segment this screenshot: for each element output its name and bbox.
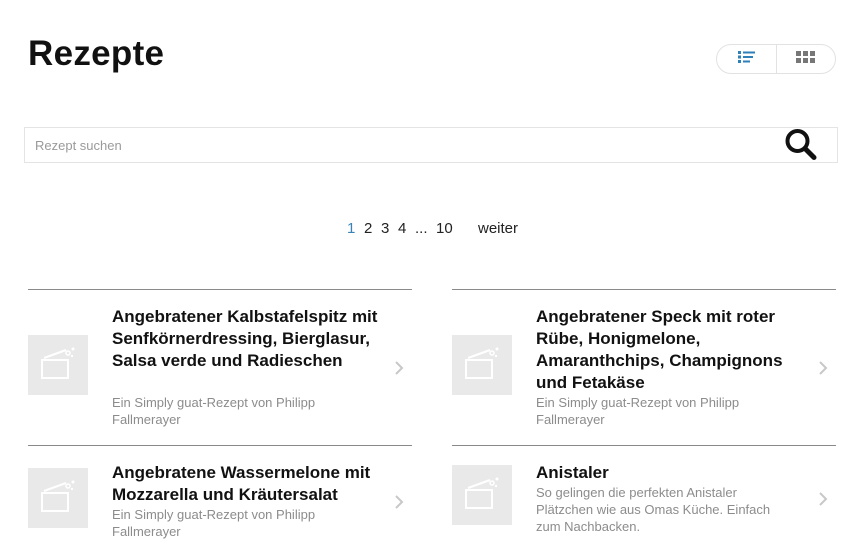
recipe-thumbnail xyxy=(28,468,88,528)
recipe-title: Angebratene Wassermelone mit Mozzarella … xyxy=(112,463,371,504)
cooking-pot-icon xyxy=(40,346,76,385)
recipe-card[interactable]: Angebratene Wassermelone mit Mozzarella … xyxy=(28,445,412,539)
cooking-pot-icon xyxy=(40,479,76,518)
recipe-title: Angebratener Speck mit roter Rübe, Honig… xyxy=(536,307,783,392)
page-link-4[interactable]: 4 xyxy=(398,220,406,237)
view-toggle xyxy=(716,44,836,74)
chevron-right-icon xyxy=(392,361,406,375)
page-link-last[interactable]: 10 xyxy=(436,220,453,237)
pagination-next-link[interactable]: weiter xyxy=(478,220,518,237)
chevron-right-icon xyxy=(816,492,830,506)
recipe-subtitle: So gelingen die perfekten Anistaler Plät… xyxy=(536,485,771,534)
recipe-title: Anistaler xyxy=(536,463,609,482)
recipe-subtitle: Ein Simply guat-Rezept von Philipp Fallm… xyxy=(112,395,316,427)
recipe-thumbnail xyxy=(28,335,88,395)
pagination-ellipsis: ... xyxy=(415,220,428,237)
grid-view-button[interactable] xyxy=(775,45,836,73)
list-view-button[interactable] xyxy=(717,45,776,73)
cooking-pot-icon xyxy=(464,346,500,385)
page-link-3[interactable]: 3 xyxy=(381,220,389,237)
chevron-right-icon xyxy=(816,361,830,375)
list-view-icon xyxy=(737,50,755,68)
search-icon xyxy=(784,128,818,165)
recipe-card[interactable]: Anistaler So gelingen die perfekten Anis… xyxy=(452,445,836,539)
recipe-thumbnail xyxy=(452,465,512,525)
page-link-1[interactable]: 1 xyxy=(347,220,355,237)
recipe-title: Angebratener Kalbstafelspitz mit Senfkör… xyxy=(112,307,378,370)
chevron-right-icon xyxy=(392,495,406,509)
page-title: Rezepte xyxy=(28,34,165,73)
recipe-card[interactable]: Angebratener Kalbstafelspitz mit Senfkör… xyxy=(28,289,412,446)
grid-view-icon xyxy=(796,50,816,68)
cooking-pot-icon xyxy=(464,476,500,515)
search-input[interactable] xyxy=(25,128,765,162)
recipe-subtitle: Ein Simply guat-Rezept von Philipp Fallm… xyxy=(536,395,740,427)
recipe-thumbnail xyxy=(452,335,512,395)
search-bar xyxy=(24,127,838,163)
recipe-card[interactable]: Angebratener Speck mit roter Rübe, Honig… xyxy=(452,289,836,446)
search-button[interactable] xyxy=(783,128,819,165)
page-link-2[interactable]: 2 xyxy=(364,220,372,237)
recipe-subtitle: Ein Simply guat-Rezept von Philipp Fallm… xyxy=(112,507,316,539)
